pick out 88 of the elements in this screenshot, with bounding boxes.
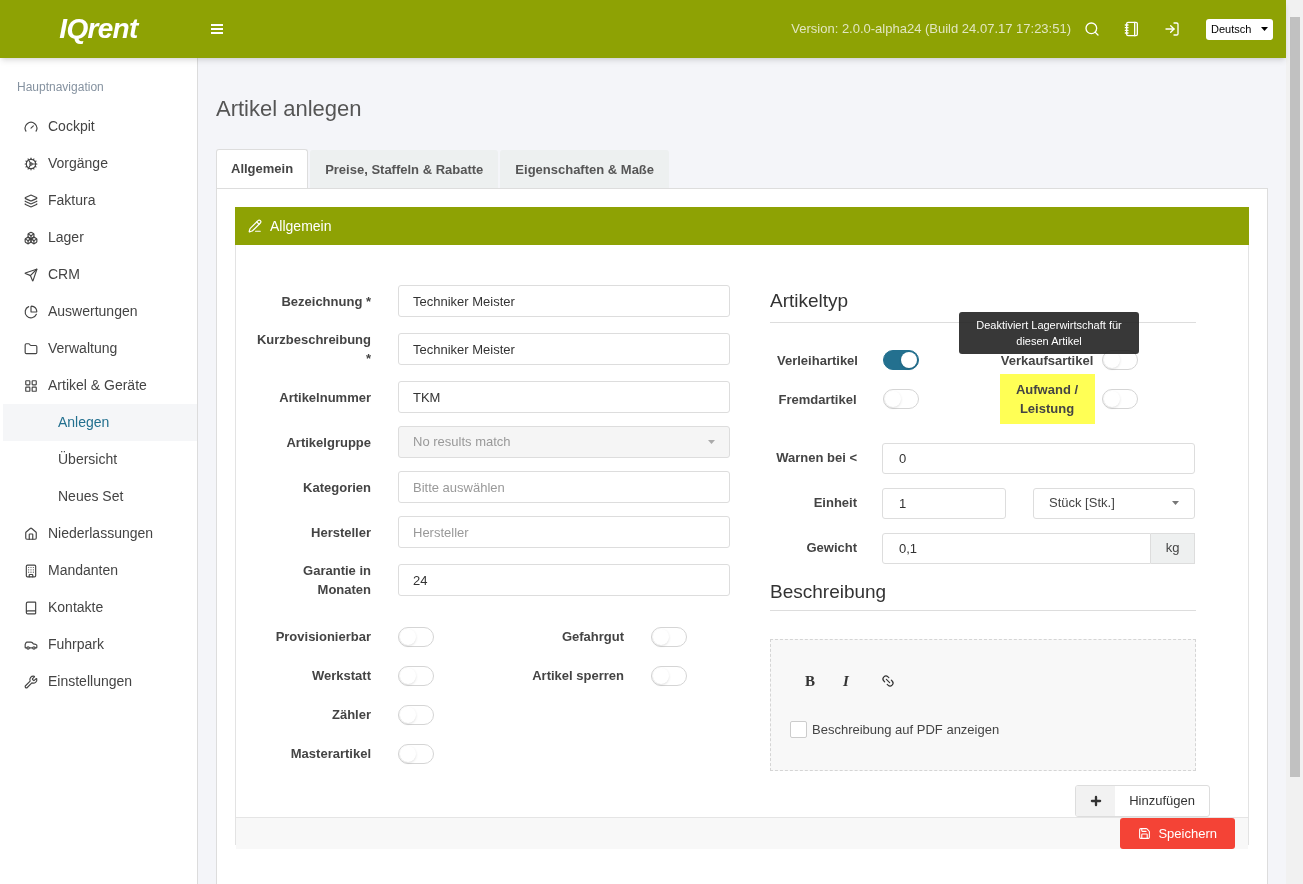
switch-label: Werkstatt [312,667,371,683]
caret-icon [708,440,715,444]
checkbox[interactable] [790,721,807,739]
save-icon [1138,827,1152,840]
sign-in-icon[interactable] [1164,21,1180,37]
unit-select[interactable]: Stück [Stk.] [1033,487,1195,519]
edit-icon [248,219,262,233]
sidebar-item[interactable]: Lager [0,219,197,256]
sidebar-item[interactable]: CRM [0,256,197,293]
switch-label: Zähler [332,706,371,722]
sidebar-item[interactable]: Fuhrpark [0,626,197,663]
input-field[interactable]: Hersteller [398,516,730,548]
sidebar-item[interactable]: Auswertungen [0,293,197,330]
bold-button[interactable]: B [805,669,815,693]
logo: IQrent [59,12,138,46]
field-label: Artikelgruppe [286,434,371,450]
folder-icon [24,341,38,356]
paper-plane-icon [24,267,38,282]
caret-icon [1172,501,1179,505]
toggle-switch[interactable] [883,350,919,370]
switch-label: Provisionierbar [275,628,371,644]
switch-label: Fremdartikel [778,390,857,409]
input-field[interactable]: 1 [882,487,1006,519]
field-label: Kategorien [303,479,371,495]
sidebar-item[interactable]: Niederlassungen [0,515,197,552]
switch-label: Verleihartikel [777,351,858,370]
input-field[interactable]: 0,1 [882,532,1151,564]
switch-label: Aufwand / Leistung [999,374,1095,424]
unit-addon: kg [1151,532,1195,564]
sidebar-item[interactable]: Verwaltung [0,330,197,367]
sidebar-item[interactable]: Faktura [0,182,197,219]
wrench-icon [24,674,38,689]
boxes-icon [24,230,38,245]
menu-icon[interactable] [211,24,223,34]
tab[interactable]: Preise, Staffeln & Rabatte [310,150,499,188]
field-label: Garantie in Monaten [303,563,371,597]
input-field[interactable]: Bitte auswählen [398,471,730,503]
input-field[interactable]: Techniker Meister [398,285,730,317]
pie-chart-icon [24,304,38,319]
field-label: Warnen bei < [776,450,857,466]
tab[interactable]: Allgemein [216,149,309,188]
sidebar-subitem[interactable]: Anlegen [3,404,197,441]
field-label: Bezeichnung * [281,293,371,309]
caret-icon [1261,27,1268,31]
notebook-icon[interactable] [1124,21,1140,37]
gear-icon [24,156,38,171]
italic-button[interactable]: I [843,669,849,693]
field-label: Kurzbeschreibung * [256,332,371,366]
switch-label: Masterartikel [290,745,371,761]
input-field[interactable]: 24 [398,564,730,596]
switch-label: Gefahrgut [561,628,624,644]
sidebar-item[interactable]: Cockpit [0,108,197,145]
layers-icon [24,193,38,208]
tab[interactable]: Eigenschaften & Maße [500,150,670,188]
save-button[interactable]: Speichern [1120,818,1235,849]
sidebar-item[interactable]: Mandanten [0,552,197,589]
plus-icon [1088,794,1103,808]
input-field[interactable]: TKM [398,381,730,413]
sidebar-item[interactable]: Kontakte [0,589,197,626]
field-label: Einheit [813,495,857,511]
sidebar-item[interactable]: Einstellungen [0,663,197,700]
version-text: Version: 2.0.0-alpha24 (Build 24.07.17 17:23:51) [791,20,1071,39]
editor-area[interactable]: B I Beschreibung auf PDF anzeigen [770,639,1196,771]
field-label: Hersteller [311,524,371,540]
page-title: Artikel anlegen [216,95,363,123]
checkbox-label: Beschreibung auf PDF anzeigen [812,721,1000,739]
input-field[interactable]: 0 [882,442,1195,474]
search-icon[interactable] [1084,21,1100,37]
switch-label: Artikel sperren [532,667,624,683]
grid-icon [24,378,38,393]
add-button[interactable]: Hinzufügen [1075,785,1210,817]
switch-label: Verkaufsartikel [1000,351,1094,370]
section-heading: Beschreibung [770,577,1196,611]
building-icon [24,563,38,578]
sidebar-subitem[interactable]: Übersicht [3,441,197,478]
house-icon [24,526,38,541]
sidebar-item[interactable]: Vorgänge [0,145,197,182]
language-select[interactable]: Deutsch [1206,18,1273,40]
sidebar-item[interactable]: Artikel & Geräte [0,367,197,404]
input-field[interactable]: Techniker Meister [398,333,730,365]
notebook-icon [24,600,38,615]
gauge-icon [24,119,38,134]
sidebar-subitem[interactable]: Neues Set [3,478,197,515]
field-label: Artikelnummer [279,389,371,405]
field-label: Gewicht [806,540,857,556]
panel-title: Allgemein [270,216,332,236]
sidebar-heading: Hauptnavigation [16,79,105,96]
tooltip: Deaktiviert Lagerwirtschaft für diesen Artikel [959,312,1139,354]
